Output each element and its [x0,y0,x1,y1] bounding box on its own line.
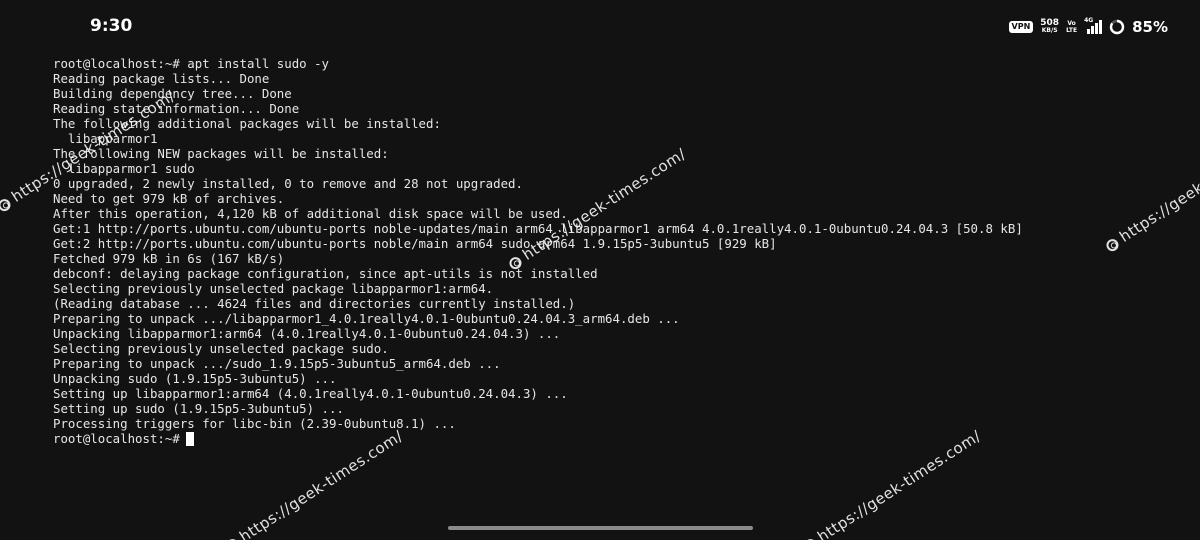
watermark-logo-icon [0,196,13,213]
terminal-line: Need to get 979 kB of archives. [53,191,285,206]
terminal-line: Preparing to unpack .../sudo_1.9.15p5-3u… [53,356,501,371]
terminal-line: Building dependency tree... Done [53,86,292,101]
terminal-line: Selecting previously unselected package … [53,281,494,296]
terminal-line: Unpacking libapparmor1:arm64 (4.0.1reall… [53,326,561,341]
terminal-line: Unpacking sudo (1.9.15p5-3ubuntu5) ... [53,371,337,386]
volte-icon: Vo LTE [1066,20,1077,34]
terminal-line: After this operation, 4,120 kB of additi… [53,206,568,221]
navigation-gesture-handle[interactable] [448,526,753,530]
terminal-line: libapparmor1 [53,131,158,146]
terminal-line: libapparmor1 sudo [53,161,195,176]
volte-bottom-label: LTE [1066,27,1078,34]
terminal-line: Fetched 979 kB in 6s (167 kB/s) [53,251,285,266]
terminal-line: Processing triggers for libc-bin (2.39-0… [53,416,456,431]
watermark-logo-icon [801,536,819,540]
terminal-line: Get:2 http://ports.ubuntu.com/ubuntu-por… [53,236,777,251]
status-clock: 9:30 [90,16,133,36]
volte-top-label: Vo [1067,20,1076,27]
battery-ring-icon [1109,19,1125,35]
status-bar: 9:30 VPN 508 KB/S Vo LTE 4G 85% [0,0,1200,54]
cursor-block [185,431,194,446]
terminal-line: Selecting previously unselected package … [53,341,389,356]
terminal-line: The following NEW packages will be insta… [53,146,389,161]
battery-percentage: 85% [1132,18,1168,36]
signal-bar [1095,23,1099,34]
terminal-line: Preparing to unpack .../libapparmor1_4.0… [53,311,680,326]
signal-bar [1099,20,1103,34]
network-speed-unit: KB/S [1041,27,1058,34]
network-speed-value: 508 [1040,18,1060,28]
terminal-prompt: root@localhost:~# [53,431,180,446]
terminal-line: debconf: delaying package configuration,… [53,266,598,281]
terminal-line: Get:1 http://ports.ubuntu.com/ubuntu-por… [53,221,1023,236]
status-icons: VPN 508 KB/S Vo LTE 4G 85% [1008,17,1168,37]
terminal-line: Setting up sudo (1.9.15p5-3ubuntu5) ... [53,401,344,416]
network-speed-indicator: 508 KB/S [1040,19,1059,35]
signal-bar [1087,29,1091,34]
terminal-line: Setting up libapparmor1:arm64 (4.0.1real… [53,386,568,401]
terminal-prompt-line[interactable]: root@localhost:~# [53,431,1183,446]
phone-screen: 9:30 VPN 508 KB/S Vo LTE 4G 85% root@loc… [0,0,1200,540]
terminal-line: root@localhost:~# apt install sudo -y [53,56,330,71]
watermark-logo-icon [223,536,241,540]
terminal-line: Reading package lists... Done [53,71,270,86]
terminal-line: Reading state information... Done [53,101,300,116]
network-type-label: 4G [1084,17,1094,24]
signal-bar [1091,26,1095,34]
terminal-line: 0 upgraded, 2 newly installed, 0 to remo… [53,176,523,191]
terminal-output[interactable]: root@localhost:~# apt install sudo -y Rea… [53,56,1183,446]
terminal-line: (Reading database ... 4624 files and dir… [53,296,576,311]
vpn-icon: VPN [1008,21,1034,33]
terminal-line: The following additional packages will b… [53,116,441,131]
signal-icon: 4G [1084,17,1103,34]
